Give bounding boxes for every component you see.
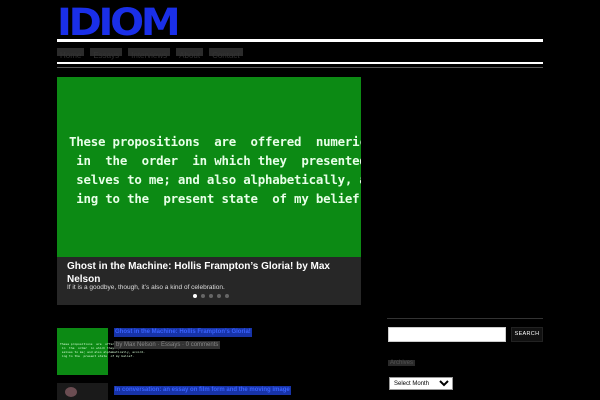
nav-item-essays[interactable]: Essays bbox=[90, 48, 123, 60]
nav-divider-thin bbox=[57, 67, 543, 68]
list-item: In conversation: an essay on film form a… bbox=[57, 383, 361, 400]
search-input[interactable] bbox=[388, 327, 506, 342]
slider-dot[interactable] bbox=[193, 294, 197, 298]
post-title-link[interactable]: Ghost in the Machine: Hollis Frampton’s … bbox=[114, 328, 252, 337]
slide-title-link[interactable]: Ghost in the Machine: Hollis Frampton’s … bbox=[67, 260, 357, 286]
slider-dot[interactable] bbox=[217, 294, 221, 298]
slider-dot[interactable] bbox=[209, 294, 213, 298]
nav-item-contact[interactable]: Contact bbox=[209, 48, 243, 60]
search-button[interactable]: SEARCH bbox=[511, 327, 543, 342]
post-thumbnail[interactable]: These propositions are offered numerical… bbox=[57, 328, 145, 375]
sidebar-divider bbox=[387, 318, 543, 319]
slide-image[interactable]: These propositions are offered numerical… bbox=[57, 77, 361, 257]
nav-item-home[interactable]: Home bbox=[57, 48, 85, 60]
nav-item-about[interactable]: About bbox=[176, 48, 204, 60]
slide-image-text: These propositions are offered numerical… bbox=[69, 134, 361, 206]
post-title-link[interactable]: In conversation: an essay on film form a… bbox=[114, 386, 291, 395]
thumbnail-figure bbox=[65, 387, 77, 397]
site-logo[interactable]: IDIOM bbox=[57, 4, 181, 41]
slider-dot[interactable] bbox=[201, 294, 205, 298]
nav-item-interviews[interactable]: Interviews bbox=[128, 48, 171, 60]
slider-dot[interactable] bbox=[225, 294, 229, 298]
post-meta: by Max Nelson · Essays · 0 comments bbox=[114, 341, 221, 349]
main-nav: Home Essays Interviews About Contact bbox=[57, 44, 543, 60]
nav-divider bbox=[57, 62, 543, 64]
header-divider bbox=[57, 39, 543, 42]
featured-slider[interactable]: These propositions are offered numerical… bbox=[57, 77, 361, 305]
post-thumbnail[interactable] bbox=[57, 383, 108, 400]
slide-excerpt: If it is a goodbye, though, it’s also a … bbox=[67, 284, 225, 291]
list-item: These propositions are offered numerical… bbox=[57, 328, 361, 375]
slider-pagination bbox=[193, 294, 229, 298]
archives-title: Archives bbox=[388, 360, 416, 366]
archive-dropdown[interactable]: Select Month bbox=[389, 377, 453, 390]
